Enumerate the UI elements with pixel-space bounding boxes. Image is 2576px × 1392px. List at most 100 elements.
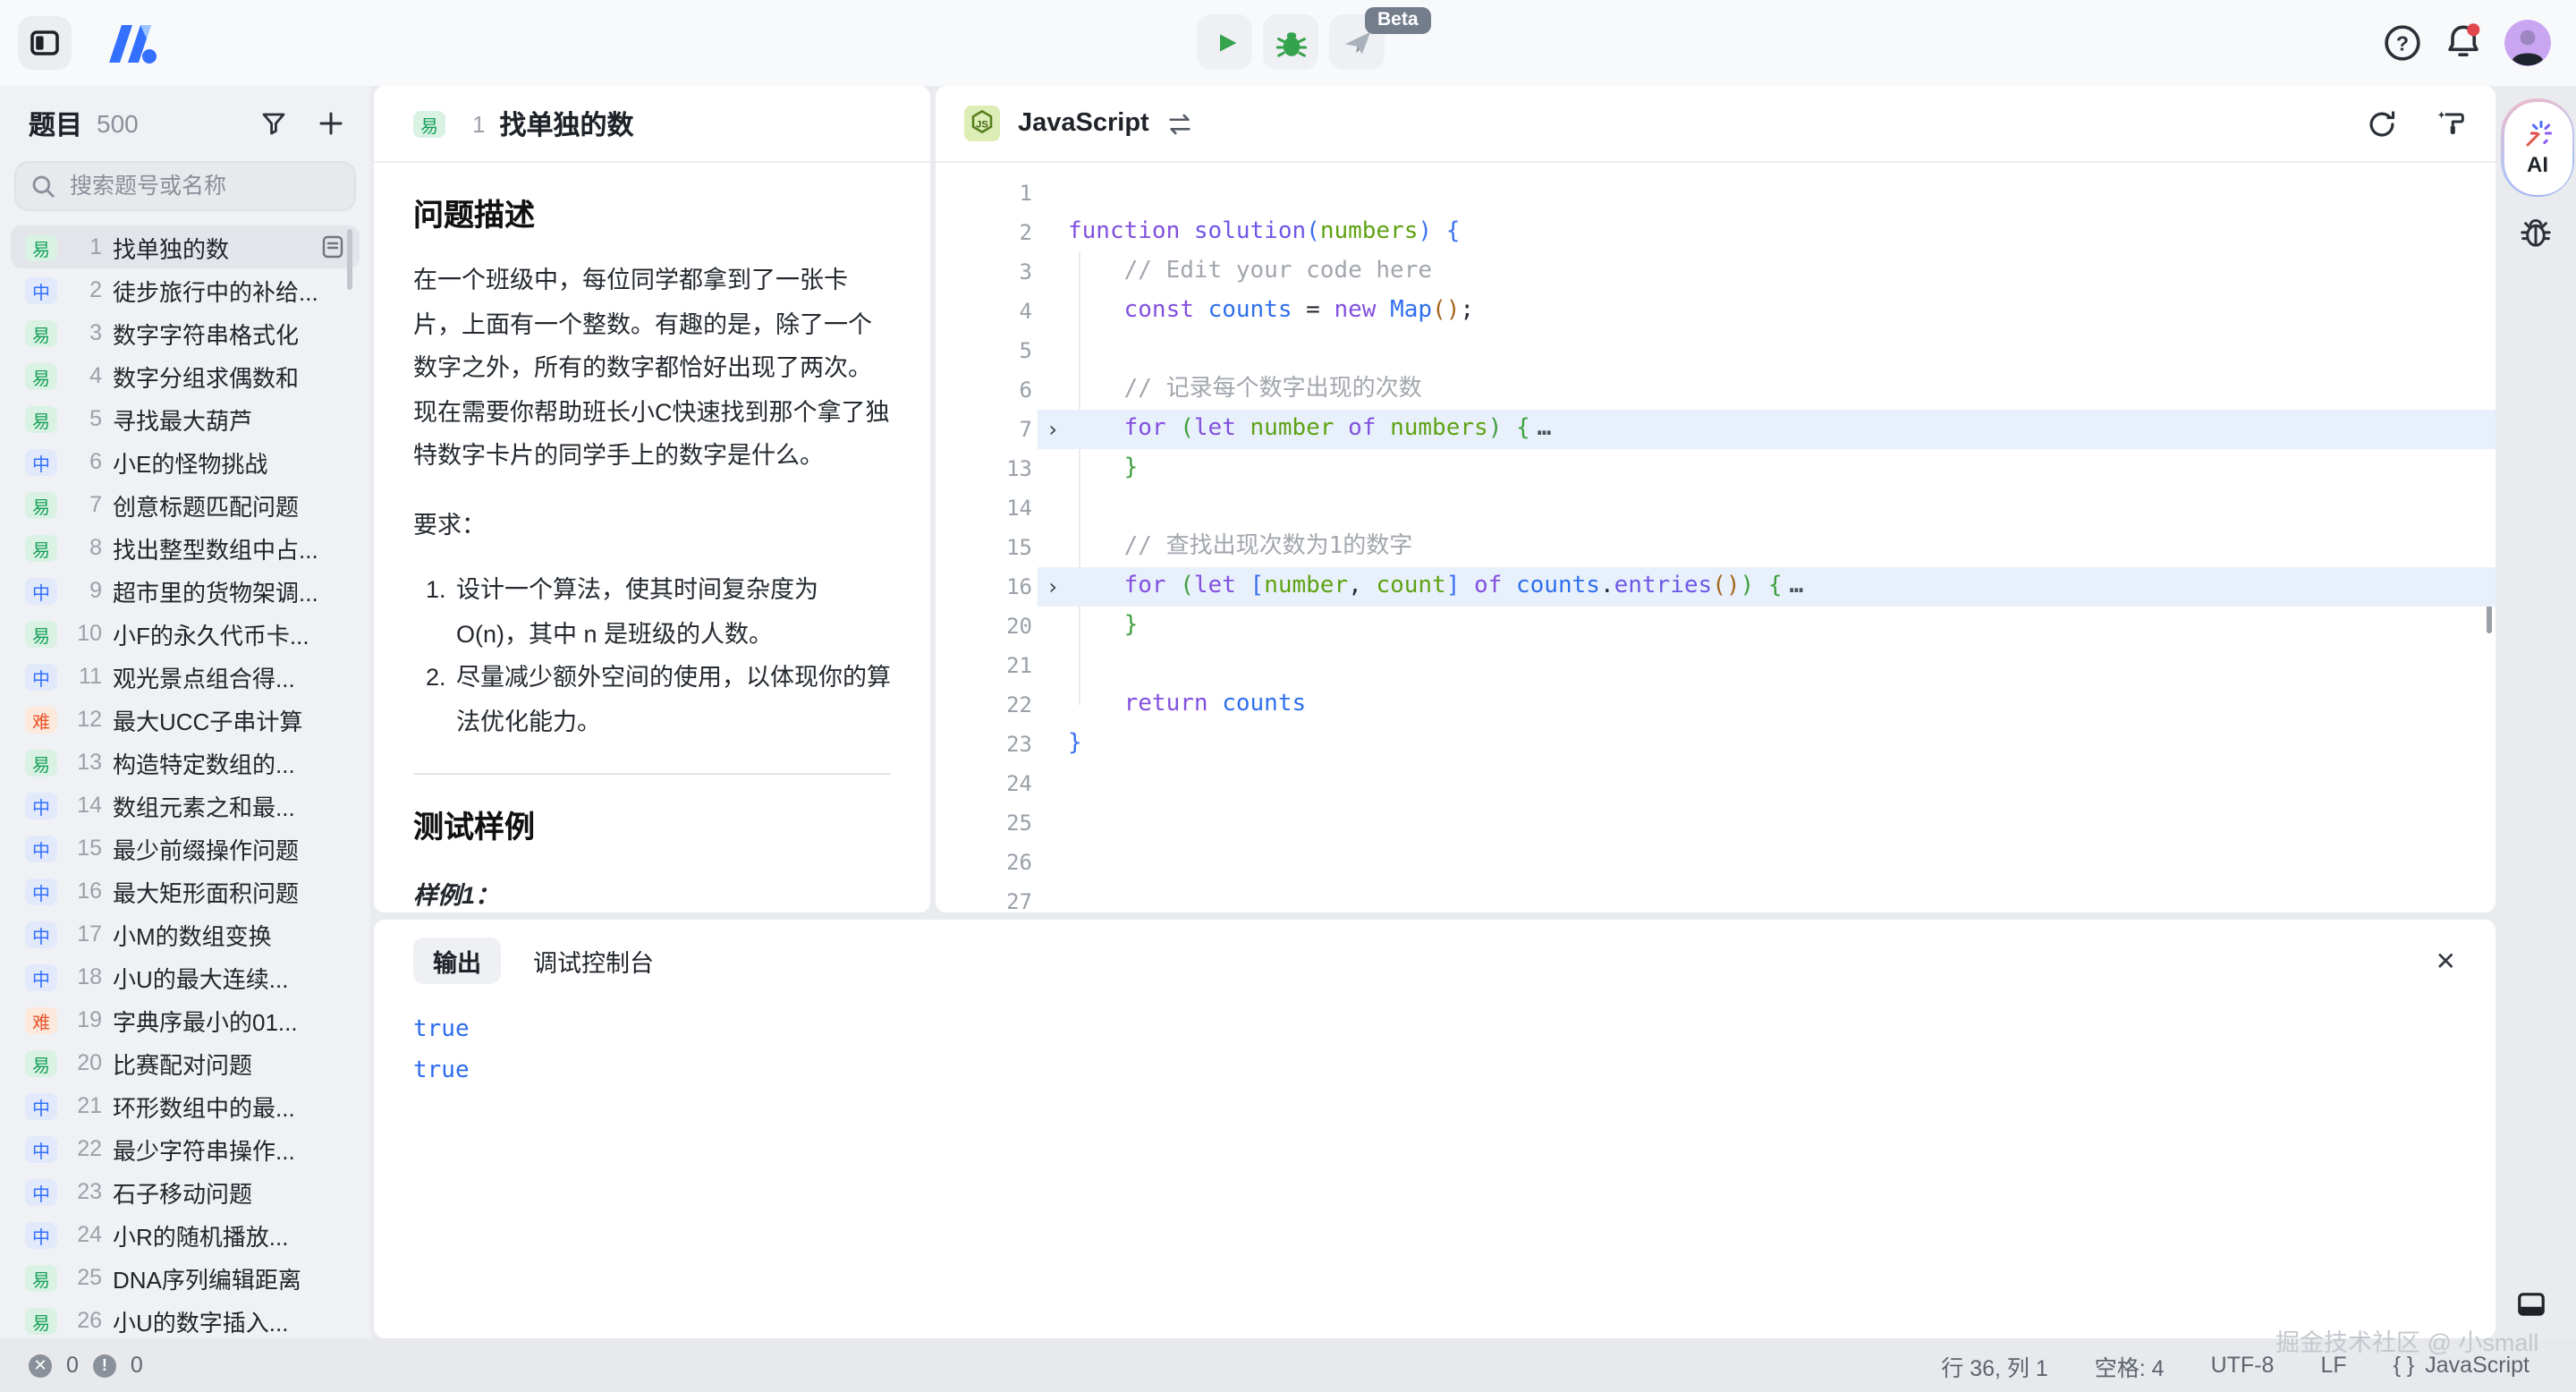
format-code-button[interactable] bbox=[2436, 108, 2467, 139]
code-text: const counts = new Map(); bbox=[1068, 292, 1474, 331]
problem-item-number: 20 bbox=[70, 1050, 102, 1075]
code-line-20[interactable]: 20 } bbox=[936, 607, 2496, 646]
problem-item-title: 石子移动问题 bbox=[113, 1175, 252, 1209]
problem-item-12[interactable]: 难12最大UCC子串计算 bbox=[11, 698, 360, 741]
debug-panel-button[interactable] bbox=[2519, 215, 2553, 249]
notifications-button[interactable] bbox=[2444, 21, 2483, 61]
problem-item-title: 小U的最大连续... bbox=[113, 960, 288, 994]
code-line-4[interactable]: 4 const counts = new Map(); bbox=[936, 292, 2496, 331]
problem-item-22[interactable]: 中22最少字符串操作... bbox=[11, 1127, 360, 1170]
code-line-5[interactable]: 5 bbox=[936, 331, 2496, 370]
language-label: JavaScript bbox=[1018, 109, 1149, 138]
problem-item-9[interactable]: 中9超市里的货物架调... bbox=[11, 569, 360, 612]
problem-item-24[interactable]: 中24小R的随机播放... bbox=[11, 1213, 360, 1256]
code-line-27[interactable]: 27 bbox=[936, 882, 2496, 912]
code-line-7[interactable]: 7› for (let number of numbers) {… bbox=[936, 410, 2496, 449]
problem-item-1[interactable]: 易1找单独的数 bbox=[11, 225, 360, 268]
line-number: 20 bbox=[936, 607, 1032, 646]
problem-item-number: 4 bbox=[70, 363, 102, 388]
help-button[interactable]: ? bbox=[2383, 23, 2422, 63]
problem-item-5[interactable]: 易5寻找最大葫芦 bbox=[11, 397, 360, 440]
problem-item-17[interactable]: 中17小M的数组变换 bbox=[11, 912, 360, 955]
problem-item-15[interactable]: 中15最少前缀操作问题 bbox=[11, 827, 360, 870]
problem-item-18[interactable]: 中18小U的最大连续... bbox=[11, 955, 360, 998]
reset-code-button[interactable] bbox=[2367, 108, 2397, 139]
problem-item-2[interactable]: 中2徒步旅行中的补给... bbox=[11, 268, 360, 311]
fold-chevron-icon[interactable]: › bbox=[1038, 567, 1068, 607]
line-number: 15 bbox=[936, 528, 1032, 567]
requirements-list: 设计一个算法，使其时间复杂度为 O(n)，其中 n 是班级的人数。 尽量减少额外… bbox=[413, 569, 891, 744]
code-line-22[interactable]: 22 return counts bbox=[936, 685, 2496, 725]
problem-item-6[interactable]: 中6小E的怪物挑战 bbox=[11, 440, 360, 483]
avatar[interactable] bbox=[2504, 20, 2551, 66]
code-line-6[interactable]: 6 // 记录每个数字出现的次数 bbox=[936, 370, 2496, 410]
code-area[interactable]: 12function solution(numbers) {3 // Edit … bbox=[936, 163, 2496, 912]
code-line-13[interactable]: 13 } bbox=[936, 449, 2496, 488]
cursor-position[interactable]: 行 36, 列 1 bbox=[1941, 1348, 2048, 1382]
switch-language-button[interactable] bbox=[1167, 110, 1194, 137]
problem-item-21[interactable]: 中21环形数组中的最... bbox=[11, 1084, 360, 1127]
sidebar-toggle-button[interactable] bbox=[18, 16, 72, 70]
code-line-15[interactable]: 15 // 查找出现次数为1的数字 bbox=[936, 528, 2496, 567]
problem-item-19[interactable]: 难19字典序最小的01... bbox=[11, 998, 360, 1041]
code-line-3[interactable]: 3 // Edit your code here bbox=[936, 252, 2496, 292]
sidebar-scrollbar[interactable] bbox=[347, 229, 352, 290]
problem-item-10[interactable]: 易10小F的永久代币卡... bbox=[11, 612, 360, 655]
code-line-16[interactable]: 16› for (let [number, count] of counts.e… bbox=[936, 567, 2496, 607]
problem-item-25[interactable]: 易25DNA序列编辑距离 bbox=[11, 1256, 360, 1299]
add-problem-button[interactable] bbox=[317, 109, 345, 138]
problem-item-title: 最少字符串操作... bbox=[113, 1132, 295, 1166]
watermark: 掘金技术社区 @ 小small bbox=[2275, 1322, 2538, 1358]
problem-item-title: 创意标题匹配问题 bbox=[113, 488, 299, 522]
problem-item-number: 9 bbox=[70, 578, 102, 603]
filter-funnel-icon bbox=[259, 109, 288, 138]
code-line-14[interactable]: 14 bbox=[936, 488, 2496, 528]
problem-item-26[interactable]: 易26小U的数字插入... bbox=[11, 1299, 360, 1338]
requirements-label: 要求： bbox=[413, 504, 891, 547]
problem-title: 找单独的数 bbox=[499, 105, 633, 142]
problem-item-title: 小R的随机播放... bbox=[113, 1218, 288, 1252]
problem-item-title: DNA序列编辑距离 bbox=[113, 1260, 301, 1294]
problem-item-3[interactable]: 易3数字字符串格式化 bbox=[11, 311, 360, 354]
code-line-2[interactable]: 2function solution(numbers) { bbox=[936, 213, 2496, 252]
difficulty-badge: 中 bbox=[25, 792, 57, 819]
problem-item-16[interactable]: 中16最大矩形面积问题 bbox=[11, 870, 360, 912]
problem-item-8[interactable]: 易8找出整型数组中占... bbox=[11, 526, 360, 569]
ai-assistant-button[interactable]: AI bbox=[2501, 98, 2574, 197]
bug-outline-icon bbox=[2519, 215, 2553, 249]
code-line-1[interactable]: 1 bbox=[936, 174, 2496, 213]
problem-number: 1 bbox=[472, 110, 485, 137]
problem-item-14[interactable]: 中14数组元素之和最... bbox=[11, 784, 360, 827]
run-button[interactable] bbox=[1197, 14, 1252, 70]
description-doc-icon[interactable] bbox=[320, 234, 345, 259]
difficulty-badge: 易 bbox=[413, 110, 445, 137]
filter-button[interactable] bbox=[259, 109, 288, 138]
ai-sparkle-icon bbox=[2523, 119, 2552, 148]
problem-item-23[interactable]: 中23石子移动问题 bbox=[11, 1170, 360, 1213]
ai-label: AI bbox=[2527, 151, 2548, 176]
code-line-21[interactable]: 21 bbox=[936, 646, 2496, 685]
problem-item-20[interactable]: 易20比赛配对问题 bbox=[11, 1041, 360, 1084]
code-line-23[interactable]: 23} bbox=[936, 725, 2496, 764]
problem-item-11[interactable]: 中11观光景点组合得... bbox=[11, 655, 360, 698]
difficulty-badge: 易 bbox=[25, 749, 57, 776]
code-text: // Edit your code here bbox=[1068, 252, 1432, 292]
problem-item-13[interactable]: 易13构造特定数组的... bbox=[11, 741, 360, 784]
encoding-setting[interactable]: UTF-8 bbox=[2211, 1353, 2275, 1378]
problem-item-7[interactable]: 易7创意标题匹配问题 bbox=[11, 483, 360, 526]
code-line-26[interactable]: 26 bbox=[936, 843, 2496, 882]
tab-debug-console[interactable]: 调试控制台 bbox=[533, 943, 654, 979]
tab-output[interactable]: 输出 bbox=[413, 938, 501, 984]
difficulty-badge: 易 bbox=[25, 1264, 57, 1291]
code-line-25[interactable]: 25 bbox=[936, 803, 2496, 843]
problem-item-4[interactable]: 易4数字分组求偶数和 bbox=[11, 354, 360, 397]
plus-icon bbox=[317, 109, 345, 138]
search-input[interactable] bbox=[66, 172, 324, 200]
code-line-24[interactable]: 24 bbox=[936, 764, 2496, 803]
close-output-button[interactable]: ✕ bbox=[2436, 948, 2456, 973]
indentation-setting[interactable]: 空格: 4 bbox=[2095, 1348, 2165, 1382]
app-logo[interactable] bbox=[97, 20, 161, 66]
format-brush-icon bbox=[2436, 108, 2467, 139]
fold-chevron-icon[interactable]: › bbox=[1038, 410, 1068, 449]
debug-button[interactable] bbox=[1263, 14, 1318, 70]
